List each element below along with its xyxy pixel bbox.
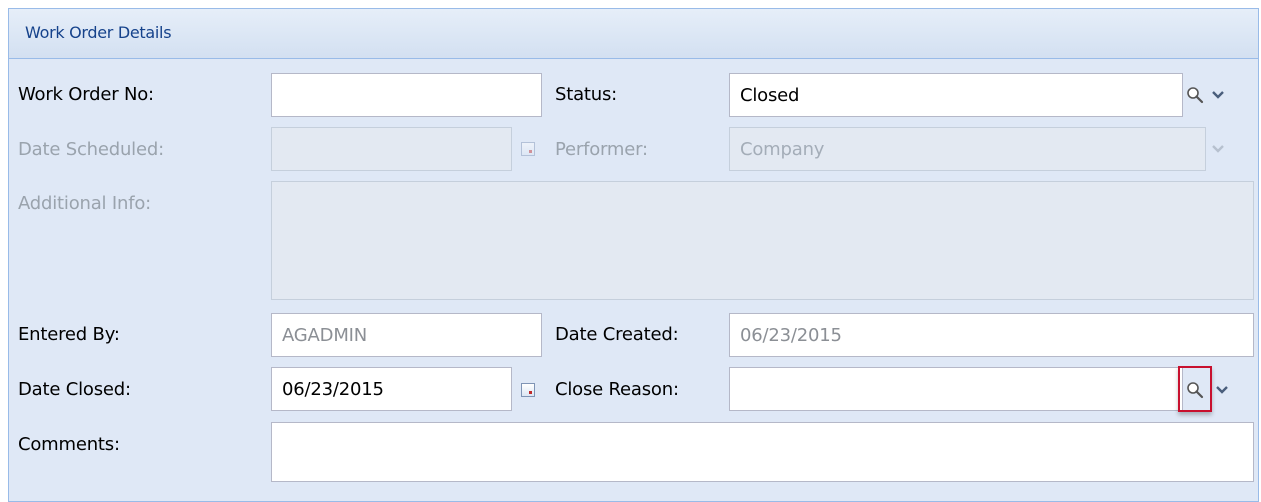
additional-info-label: Additional Info: — [18, 193, 152, 214]
panel-title: Work Order Details — [25, 23, 172, 42]
date-created-input[interactable]: 06/23/2015 — [729, 313, 1254, 357]
entered-by-label: Entered By: — [18, 324, 120, 345]
additional-info-textarea[interactable] — [271, 181, 1254, 300]
date-scheduled-input[interactable] — [271, 127, 512, 171]
date-scheduled-label: Date Scheduled: — [18, 139, 164, 160]
performer-dropdown-button[interactable] — [1206, 132, 1230, 166]
work-order-no-input[interactable] — [271, 73, 542, 117]
calendar-icon — [521, 142, 535, 156]
date-closed-calendar-button[interactable] — [516, 373, 540, 407]
panel-header: Work Order Details — [9, 9, 1258, 59]
chevron-down-icon — [1212, 91, 1224, 99]
status-dropdown-button[interactable] — [1206, 78, 1230, 112]
chevron-down-icon — [1216, 386, 1228, 394]
performer-label: Performer: — [555, 139, 648, 160]
comments-textarea[interactable] — [271, 422, 1254, 482]
date-closed-label: Date Closed: — [18, 379, 131, 400]
calendar-icon — [521, 383, 535, 397]
date-scheduled-calendar-button[interactable] — [516, 132, 540, 166]
entered-by-input[interactable]: AGADMIN — [271, 313, 542, 357]
performer-input[interactable]: Company — [729, 127, 1206, 171]
status-input[interactable]: Closed — [729, 73, 1183, 117]
comments-label: Comments: — [18, 434, 120, 455]
date-created-label: Date Created: — [555, 324, 679, 345]
search-icon — [1187, 87, 1204, 104]
work-order-no-label: Work Order No: — [18, 84, 154, 105]
close-reason-label: Close Reason: — [555, 379, 679, 400]
close-reason-dropdown-button[interactable] — [1210, 373, 1234, 407]
close-reason-search-button[interactable] — [1183, 373, 1207, 407]
search-icon — [1187, 382, 1204, 399]
close-reason-input[interactable] — [729, 367, 1183, 411]
status-search-button[interactable] — [1183, 78, 1207, 112]
date-closed-input[interactable]: 06/23/2015 — [271, 367, 512, 411]
status-label: Status: — [555, 84, 618, 105]
chevron-down-icon — [1212, 145, 1224, 153]
